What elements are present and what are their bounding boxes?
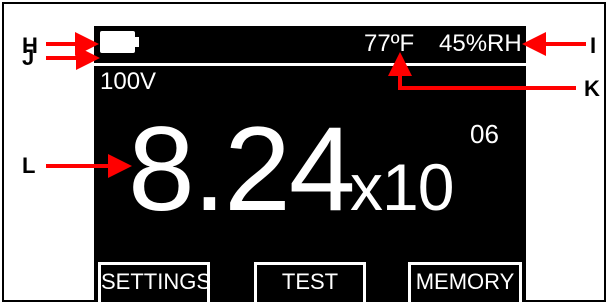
callout-l: L xyxy=(22,153,36,178)
callout-k: K xyxy=(584,76,600,101)
callout-j: J xyxy=(22,45,35,70)
callout-arrows xyxy=(46,32,586,178)
arrow-k xyxy=(388,52,576,90)
callout-i: I xyxy=(590,33,597,58)
